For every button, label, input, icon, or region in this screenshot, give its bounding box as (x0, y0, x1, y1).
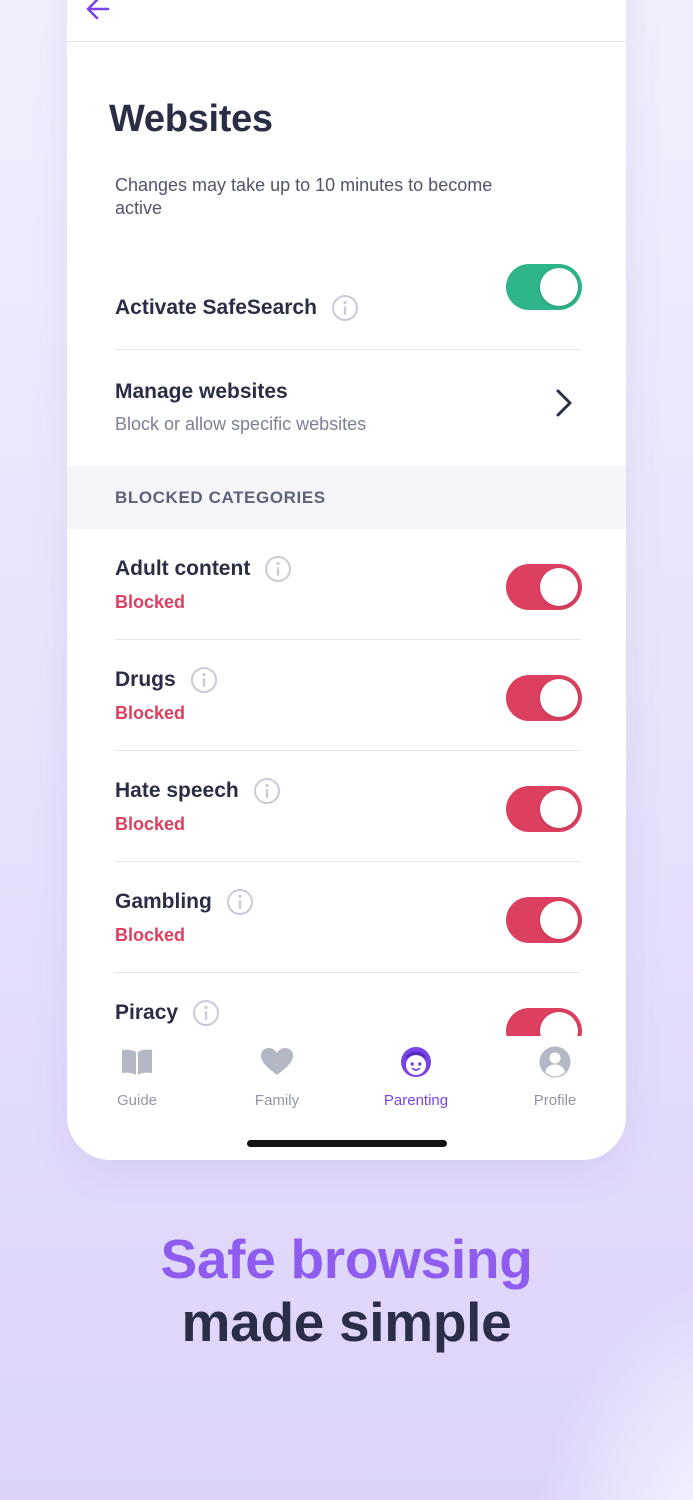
info-circle-icon[interactable] (226, 888, 254, 916)
toggle-knob (540, 901, 578, 939)
category-name: Piracy (115, 1001, 179, 1024)
safesearch-toggle[interactable] (506, 264, 582, 310)
category-list: Adult content Blocked Drugs Blocked Hate… (115, 529, 582, 1084)
category-status: Blocked (115, 592, 186, 612)
category-name: Gambling (115, 890, 212, 913)
category-toggle[interactable] (506, 897, 582, 943)
manage-websites-subtitle: Block or allow specific websites (115, 414, 367, 434)
category-toggle[interactable] (506, 675, 582, 721)
category-toggle[interactable] (506, 786, 582, 832)
manage-websites-title: Manage websites (115, 380, 288, 403)
headline-line-2: made simple (181, 1291, 512, 1353)
manage-websites-row[interactable]: Manage websites Block or allow specific … (115, 350, 580, 466)
user-circle-icon (537, 1044, 573, 1080)
tab-profile[interactable]: Profile (495, 1044, 615, 1109)
arrow-left-icon (86, 0, 110, 20)
category-name: Hate speech (115, 779, 239, 802)
tab-label: Parenting (383, 1092, 449, 1109)
category-name: Adult content (115, 557, 251, 580)
tab-label: Guide (116, 1092, 158, 1109)
phone-screen: Websites Changes may take up to 10 minut… (67, 0, 626, 1160)
section-header-label: BLOCKED CATEGORIES (115, 488, 326, 507)
toggle-knob (540, 679, 578, 717)
book-icon (119, 1044, 155, 1080)
category-status: Blocked (115, 925, 186, 945)
category-row-gambling: Gambling Blocked (115, 862, 582, 973)
child-face-icon (398, 1044, 434, 1080)
heart-icon (259, 1044, 295, 1080)
toggle-knob (540, 790, 578, 828)
safesearch-row: Activate SafeSearch (115, 264, 582, 350)
tab-label: Profile (533, 1092, 577, 1109)
tab-label: Family (254, 1092, 300, 1109)
toggle-knob (540, 568, 578, 606)
category-status: Blocked (115, 814, 186, 834)
info-circle-icon[interactable] (192, 999, 220, 1027)
tab-guide[interactable]: Guide (77, 1044, 197, 1109)
category-row-adult-content: Adult content Blocked (115, 529, 582, 640)
tab-parenting[interactable]: Parenting (356, 1044, 476, 1109)
back-button[interactable] (81, 0, 115, 26)
category-row-hate-speech: Hate speech Blocked (115, 751, 582, 862)
category-toggle[interactable] (506, 564, 582, 610)
safesearch-label: Activate SafeSearch (115, 296, 317, 319)
category-status: Blocked (115, 703, 186, 723)
headline-line-1: Safe browsing (160, 1228, 533, 1290)
info-circle-icon[interactable] (253, 777, 281, 805)
home-indicator (247, 1140, 447, 1147)
info-circle-icon[interactable] (190, 666, 218, 694)
category-name: Drugs (115, 668, 176, 691)
info-circle-icon[interactable] (264, 555, 292, 583)
category-row-drugs: Drugs Blocked (115, 640, 582, 751)
chevron-right-icon (556, 389, 572, 417)
tab-family[interactable]: Family (217, 1044, 337, 1109)
promo-headline: Safe browsing made simple (0, 1228, 693, 1354)
blocked-categories-header: BLOCKED CATEGORIES (67, 466, 626, 529)
activation-note: Changes may take up to 10 minutes to bec… (115, 175, 493, 218)
toggle-knob (540, 268, 578, 306)
top-navigation-bar (67, 0, 626, 42)
info-circle-icon[interactable] (331, 294, 359, 322)
page-title: Websites (109, 98, 273, 140)
